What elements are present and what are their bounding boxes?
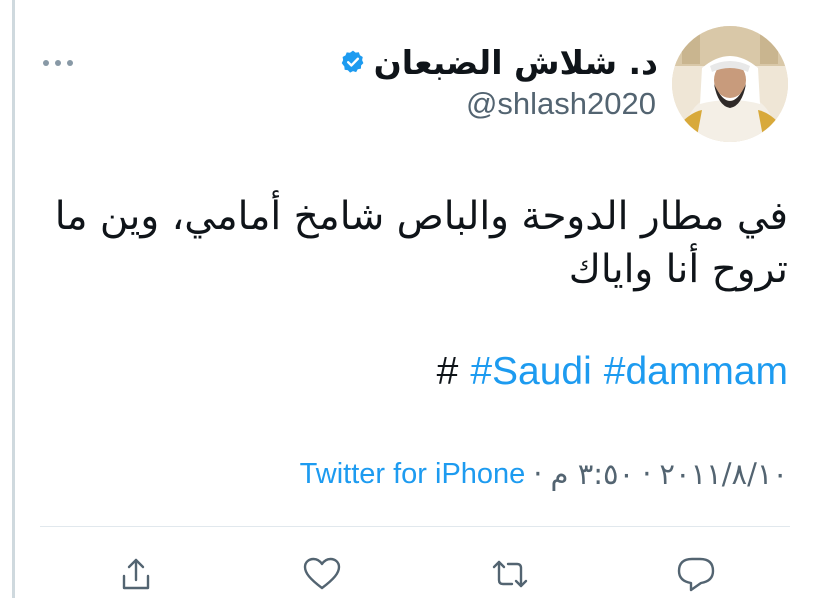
tweet-source[interactable]: Twitter for iPhone [300, 458, 526, 491]
thread-line [12, 0, 15, 598]
avatar[interactable] [672, 26, 788, 142]
meta-separator: · [533, 457, 543, 491]
hashtag-row: # #Saudi #dammam [437, 350, 788, 394]
hashtag-link[interactable]: #dammam [604, 350, 788, 394]
tweet-metadata: ٢٠١١/٨/١٠ · ٣:٥٠ م · Twitter for iPhone [300, 457, 788, 491]
tweet-date[interactable]: ٢٠١١/٨/١٠ [659, 457, 788, 491]
hashtag-plain: # [436, 350, 459, 393]
meta-separator: · [642, 457, 652, 491]
tweet-card[interactable]: د. شلاش الضبعان @shlash2020 في مطار الدو… [40, 0, 790, 598]
display-name[interactable]: د. شلاش الضبعان [374, 43, 658, 82]
author-handle[interactable]: @shlash2020 [466, 86, 656, 122]
author-name-row[interactable]: د. شلاش الضبعان [340, 40, 658, 84]
tweet-time[interactable]: ٣:٥٠ م [551, 457, 635, 491]
share-icon[interactable] [116, 554, 156, 594]
verified-badge-icon [340, 49, 366, 75]
reply-icon[interactable] [676, 554, 716, 594]
retweet-icon[interactable] [490, 554, 530, 594]
action-bar [40, 550, 790, 598]
more-horizontal-icon[interactable] [40, 54, 76, 72]
divider [40, 526, 790, 527]
heart-icon[interactable] [302, 554, 342, 594]
tweet-text: في مطار الدوحة والباص شامخ أمامي، وين ما… [54, 194, 788, 292]
hashtag-link[interactable]: #Saudi [470, 350, 591, 394]
